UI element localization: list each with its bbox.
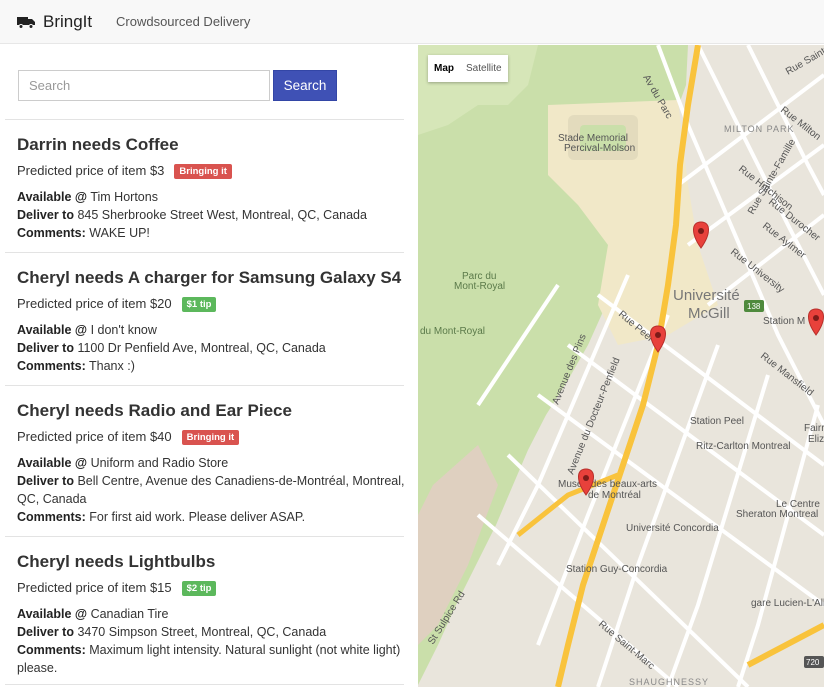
brand-name: BringIt [43,12,93,31]
label-lucien: gare Lucien-L'Allier [751,598,824,609]
deliver-line: Deliver to 3470 Simpson Street, Montreal… [17,623,407,641]
search-input[interactable] [18,70,270,101]
predicted-price: Predicted price of item $20 [17,296,172,311]
deliver-label: Deliver to [17,208,74,222]
request-title: Darrin needs Coffee [17,135,179,154]
comments-line: Comments: Thanx :) [17,357,407,375]
label-eliz: Eliz [808,434,824,445]
deliver-line: Deliver to 1100 Dr Penfield Ave, Montrea… [17,339,407,357]
tip-badge: $2 tip [181,580,217,596]
tip-badge: $1 tip [181,296,217,312]
map-canvas[interactable]: Stade Memorial Percival-Molson MILTON PA… [418,45,824,687]
nav-tagline-link[interactable]: Crowdsourced Delivery [116,14,250,29]
status-badge: Bringing it [181,429,240,445]
request-title: Cheryl needs A charger for Samsung Galax… [17,268,402,287]
deliver-label: Deliver to [17,341,74,355]
request-details: Available @ Uniform and Radio Store Deli… [17,454,407,526]
divider [5,684,404,685]
divider [5,536,404,537]
divider [5,252,404,253]
route-720-label: 720 [806,658,820,667]
map-view[interactable]: Stade Memorial Percival-Molson MILTON PA… [418,45,824,687]
label-du-mont-royal: du Mont-Royal [420,326,485,337]
search-bar: Search [18,70,337,102]
price-line: Predicted price of item $20 $1 tip [17,296,407,312]
request-card[interactable]: Cheryl needs A charger for Samsung Galax… [17,268,407,375]
comments-line: Comments: WAKE UP! [17,224,407,242]
divider [5,385,404,386]
label-percival: Percival-Molson [564,143,635,154]
deliver-value: 845 Sherbrooke Street West, Montreal, QC… [77,208,367,222]
label-mcgill: McGill [688,305,730,322]
label-station-peel: Station Peel [690,416,744,427]
available-label: Available @ [17,190,88,204]
request-details: Available @ I don't know Deliver to 1100… [17,321,407,375]
request-details: Available @ Canadian Tire Deliver to 347… [17,605,407,677]
request-title: Cheryl needs Lightbulbs [17,552,216,571]
route-138-label: 138 [747,302,761,311]
comments-label: Comments: [17,359,86,373]
available-value: Tim Hortons [90,190,158,204]
comments-label: Comments: [17,643,86,657]
label-musee-2: de Montréal [588,490,641,501]
predicted-price: Predicted price of item $3 [17,163,165,178]
deliver-value: 1100 Dr Penfield Ave, Montreal, QC, Cana… [77,341,326,355]
available-label: Available @ [17,456,88,470]
available-line: Available @ Tim Hortons [17,188,407,206]
map-type-map-button[interactable]: Map [428,55,460,82]
request-list-panel: Search Darrin needs Coffee Predicted pri… [0,45,418,687]
deliver-value: Bell Centre, Avenue des Canadiens-de-Mon… [17,474,405,506]
deliver-label: Deliver to [17,474,74,488]
map-type-control: Map Satellite [428,55,508,82]
comments-line: Comments: For first aid work. Please del… [17,508,407,526]
label-guy-concordia: Station Guy-Concordia [566,564,668,575]
label-concordia: Université Concordia [626,523,719,534]
deliver-value: 3470 Simpson Street, Montreal, QC, Canad… [77,625,327,639]
comments-label: Comments: [17,226,86,240]
request-details: Available @ Tim Hortons Deliver to 845 S… [17,188,407,242]
predicted-price: Predicted price of item $15 [17,580,172,595]
request-card[interactable]: Darrin needs Coffee Predicted price of i… [17,135,407,242]
deliver-line: Deliver to 845 Sherbrooke Street West, M… [17,206,407,224]
label-station-m: Station M [763,316,805,327]
search-button[interactable]: Search [273,70,337,101]
comments-value: Thanx :) [89,359,135,373]
price-line: Predicted price of item $3 Bringing it [17,163,407,179]
available-value: I don't know [90,323,157,337]
request-title: Cheryl needs Radio and Ear Piece [17,401,292,420]
map-type-satellite-button[interactable]: Satellite [460,55,508,82]
predicted-price: Predicted price of item $40 [17,429,172,444]
deliver-label: Deliver to [17,625,74,639]
label-shaughnessy: SHAUGHNESSY [629,677,709,687]
available-line: Available @ Canadian Tire [17,605,407,623]
request-card[interactable]: Cheryl needs Lightbulbs Predicted price … [17,552,407,677]
label-mont-royal: Mont-Royal [454,281,505,292]
divider [5,119,404,120]
available-line: Available @ I don't know [17,321,407,339]
comments-value: WAKE UP! [89,226,150,240]
available-label: Available @ [17,607,88,621]
price-line: Predicted price of item $40 Bringing it [17,429,407,445]
navbar: BringIt Crowdsourced Delivery [0,0,824,44]
request-card[interactable]: Cheryl needs Radio and Ear Piece Predict… [17,401,407,526]
deliver-line: Deliver to Bell Centre, Avenue des Canad… [17,472,407,508]
price-line: Predicted price of item $15 $2 tip [17,580,407,596]
available-line: Available @ Uniform and Radio Store [17,454,407,472]
label-milton-park: MILTON PARK [724,124,795,134]
label-musee-1: Musée des beaux-arts [558,479,657,490]
label-ritz: Ritz-Carlton Montreal [696,441,790,452]
comments-label: Comments: [17,510,86,524]
truck-icon [17,16,35,29]
brand[interactable]: BringIt [17,12,92,32]
comments-line: Comments: Maximum light intensity. Natur… [17,641,407,677]
label-fair: Fairr [804,423,824,434]
available-label: Available @ [17,323,88,337]
comments-value: For first aid work. Please deliver ASAP. [89,510,306,524]
status-badge: Bringing it [174,163,232,179]
label-sheraton: Sheraton Montreal [736,509,818,520]
available-value: Canadian Tire [90,607,169,621]
available-value: Uniform and Radio Store [90,456,229,470]
label-universite: Université [673,287,740,304]
